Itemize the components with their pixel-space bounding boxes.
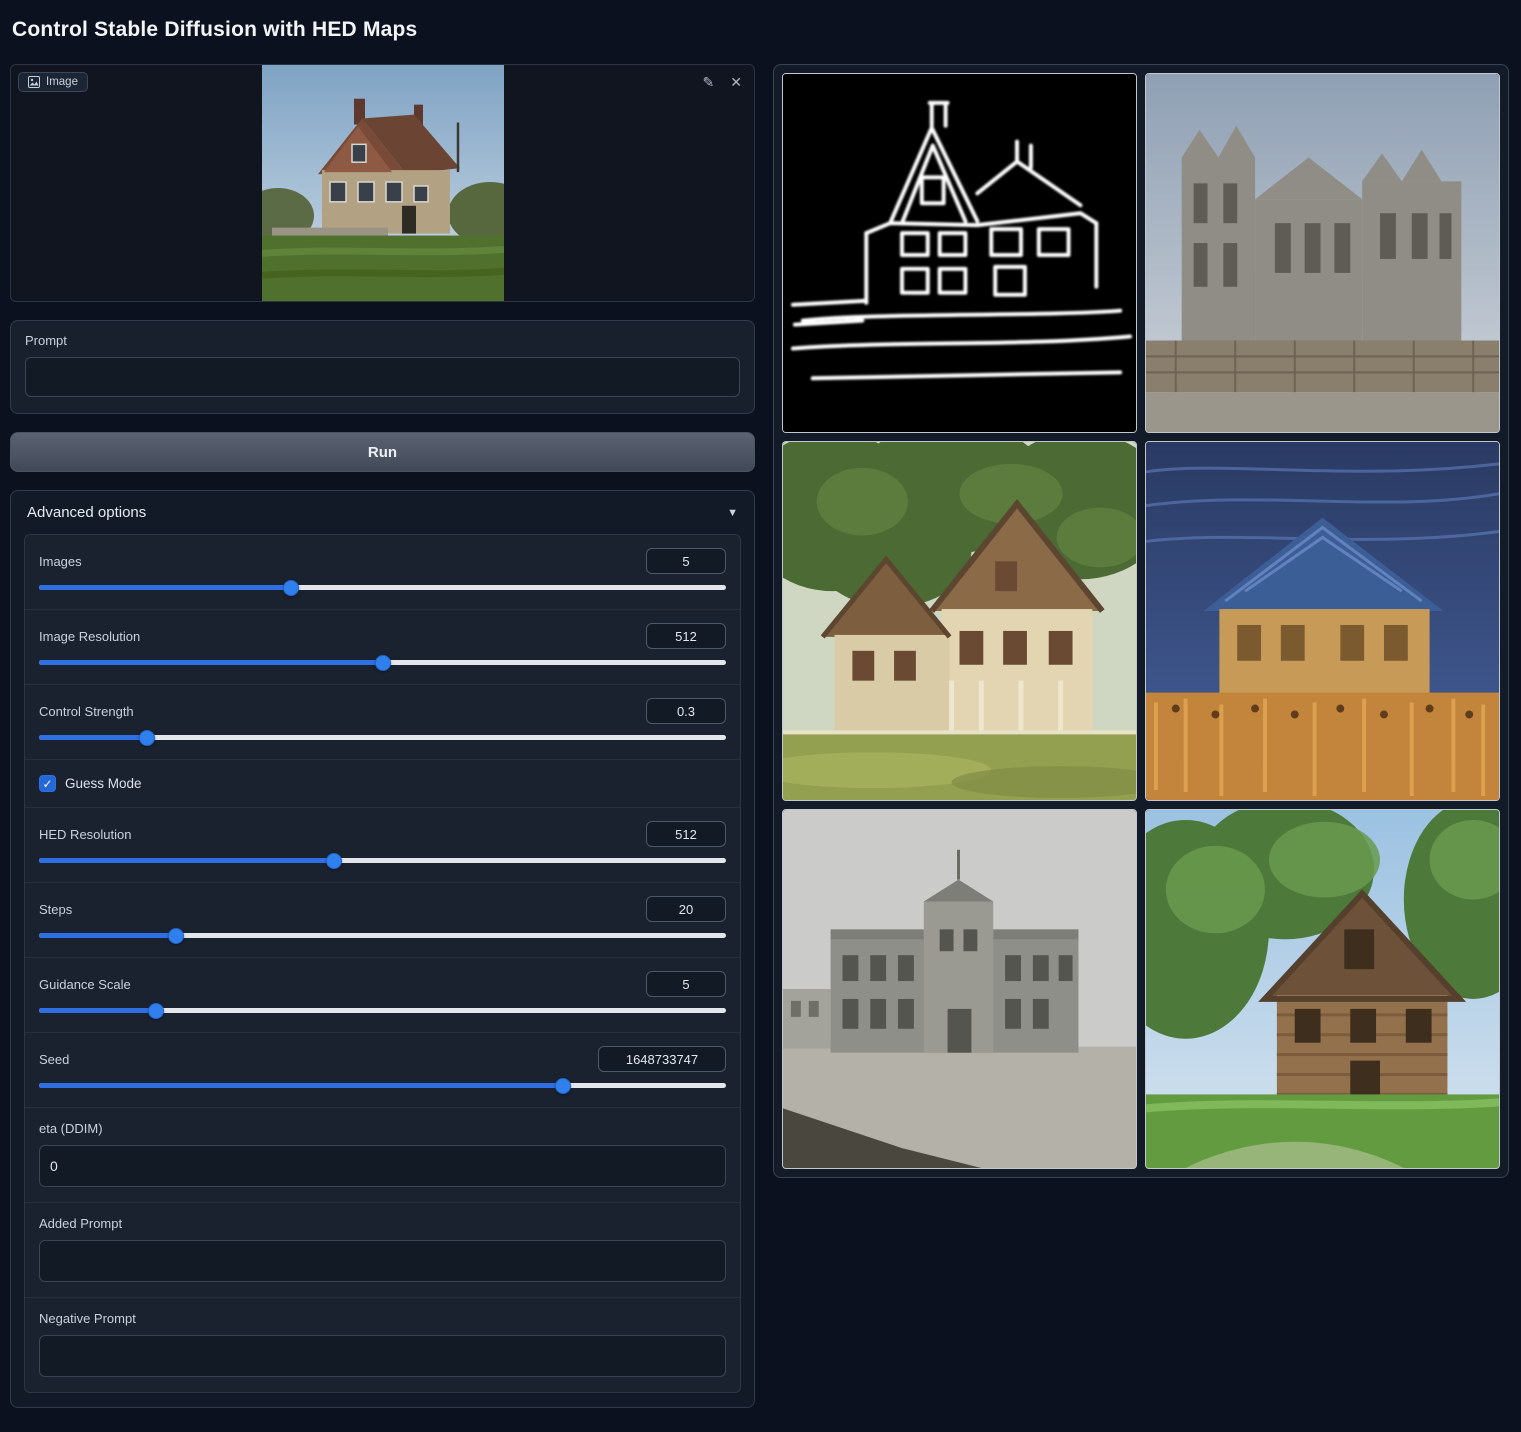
prompt-label: Prompt xyxy=(25,333,740,348)
seed-value-input[interactable] xyxy=(598,1046,726,1072)
eta-label: eta (DDIM) xyxy=(39,1121,726,1136)
control-strength-label: Control Strength xyxy=(39,704,134,719)
hed-resolution-label: HED Resolution xyxy=(39,827,132,842)
guidance-scale-value-input[interactable] xyxy=(646,971,726,997)
hed-resolution-value-input[interactable] xyxy=(646,821,726,847)
negative-prompt-input[interactable] xyxy=(39,1335,726,1377)
added-prompt-label: Added Prompt xyxy=(39,1216,726,1231)
gallery-image-grayscale-building[interactable] xyxy=(782,809,1137,1169)
run-button[interactable]: Run xyxy=(10,432,755,472)
images-slider-handle[interactable] xyxy=(283,580,299,596)
eta-input[interactable] xyxy=(39,1145,726,1187)
image-resolution-value-input[interactable] xyxy=(646,623,726,649)
negative-prompt-row: Negative Prompt xyxy=(25,1298,740,1392)
seed-slider-row: Seed xyxy=(25,1033,740,1108)
seed-slider-handle[interactable] xyxy=(555,1078,571,1094)
output-gallery xyxy=(773,64,1509,1178)
input-image[interactable] xyxy=(262,65,504,301)
steps-value-input[interactable] xyxy=(646,896,726,922)
control-strength-value-input[interactable] xyxy=(646,698,726,724)
edit-image-button[interactable]: ✎ xyxy=(699,71,719,93)
images-slider-row: Images xyxy=(25,535,740,610)
negative-prompt-label: Negative Prompt xyxy=(39,1311,726,1326)
steps-slider[interactable] xyxy=(39,933,726,938)
output-column xyxy=(773,64,1509,1178)
steps-label: Steps xyxy=(39,902,72,917)
guess-mode-checkbox[interactable]: ✓ xyxy=(39,775,56,792)
seed-slider[interactable] xyxy=(39,1083,726,1088)
control-strength-slider-row: Control Strength xyxy=(25,685,740,760)
gallery-image-victorian-house-painting[interactable] xyxy=(782,441,1137,801)
added-prompt-row: Added Prompt xyxy=(25,1203,740,1298)
app-root: Control Stable Diffusion with HED Maps I… xyxy=(0,0,1521,1432)
hed-resolution-slider[interactable] xyxy=(39,858,726,863)
image-label-tab: Image xyxy=(18,72,88,92)
steps-slider-row: Steps xyxy=(25,883,740,958)
clear-image-button[interactable]: ✕ xyxy=(726,71,746,93)
control-strength-slider[interactable] xyxy=(39,735,726,740)
images-value-input[interactable] xyxy=(646,548,726,574)
image-resolution-slider-row: Image Resolution xyxy=(25,610,740,685)
image-resolution-slider-handle[interactable] xyxy=(375,655,391,671)
guess-mode-row: ✓ Guess Mode xyxy=(25,760,740,808)
main-columns: Image ✎ ✕ xyxy=(10,64,1509,1408)
guess-mode-label[interactable]: Guess Mode xyxy=(65,776,142,791)
steps-slider-handle[interactable] xyxy=(168,928,184,944)
image-actions: ✎ ✕ xyxy=(699,71,746,93)
image-icon xyxy=(28,76,40,88)
prompt-input[interactable] xyxy=(25,357,740,397)
hed-resolution-slider-row: HED Resolution xyxy=(25,808,740,883)
gallery-image-hed-edge-map[interactable] xyxy=(782,73,1137,433)
prompt-panel: Prompt xyxy=(10,320,755,414)
advanced-options-panel: Advanced options ▼ Images xyxy=(10,490,755,1408)
guidance-scale-slider-handle[interactable] xyxy=(148,1003,164,1019)
image-label: Image xyxy=(46,76,78,88)
eta-row: eta (DDIM) xyxy=(25,1108,740,1203)
gallery-image-stylized-building-painting[interactable] xyxy=(1145,441,1500,801)
gallery-image-gothic-cathedral[interactable] xyxy=(1145,73,1500,433)
page-title: Control Stable Diffusion with HED Maps xyxy=(12,18,1509,42)
guidance-scale-label: Guidance Scale xyxy=(39,977,131,992)
controls-column: Image ✎ ✕ xyxy=(10,64,755,1408)
guidance-scale-slider[interactable] xyxy=(39,1008,726,1013)
hed-resolution-slider-handle[interactable] xyxy=(326,853,342,869)
images-label: Images xyxy=(39,554,82,569)
seed-label: Seed xyxy=(39,1052,69,1067)
control-strength-slider-handle[interactable] xyxy=(139,730,155,746)
gallery-image-wooden-house-lawn[interactable] xyxy=(1145,809,1500,1169)
guidance-scale-slider-row: Guidance Scale xyxy=(25,958,740,1033)
input-image-panel[interactable]: Image ✎ ✕ xyxy=(10,64,755,302)
advanced-options-body: Images Image Resolution xyxy=(24,534,741,1393)
added-prompt-input[interactable] xyxy=(39,1240,726,1282)
advanced-options-header[interactable]: Advanced options ▼ xyxy=(11,491,754,532)
advanced-options-label: Advanced options xyxy=(27,504,146,521)
images-slider[interactable] xyxy=(39,585,726,590)
image-resolution-label: Image Resolution xyxy=(39,629,140,644)
chevron-down-icon: ▼ xyxy=(727,507,738,519)
image-resolution-slider[interactable] xyxy=(39,660,726,665)
